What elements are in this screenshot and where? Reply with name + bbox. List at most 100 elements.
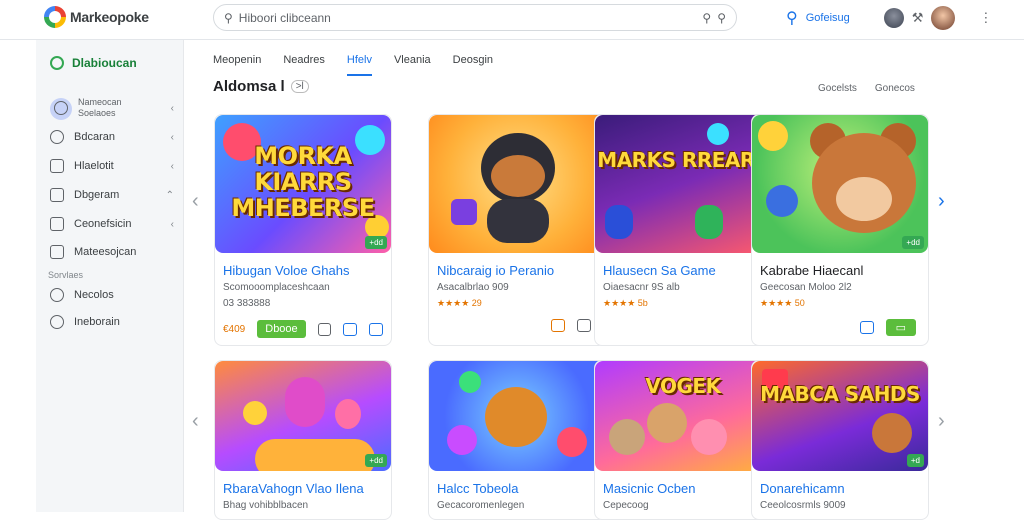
card-actions	[429, 311, 605, 338]
app-artwork	[429, 361, 605, 471]
share-icon[interactable]	[317, 322, 332, 336]
app-title[interactable]: Masicnic Ocben	[595, 471, 771, 498]
sort-option-b[interactable]: Gonecos	[875, 83, 915, 94]
sidebar-section-item-2[interactable]: Ineborain	[50, 311, 174, 333]
app-title[interactable]: Donarehicamn	[752, 471, 928, 498]
rating: ★★★★ 50	[760, 298, 805, 308]
card-actions: ▭	[752, 311, 928, 342]
clock-icon	[50, 130, 64, 144]
app-card[interactable]: +dd Kabrabe Hiaecanl Geecosan Moloo 2l2 …	[751, 114, 929, 346]
chevron-icon: ‹	[170, 102, 174, 114]
sidebar-item-label: Mateesojcan	[74, 246, 137, 258]
chevron-icon: ‹	[170, 131, 174, 143]
user-avatar[interactable]	[931, 6, 956, 30]
search-icon: ⚲	[224, 10, 233, 25]
bookmark-icon[interactable]	[859, 321, 874, 334]
home-circle-icon	[50, 56, 64, 70]
top-right-actions: ⚲ Gofeisug ⚒ ⋮	[786, 6, 992, 30]
app-title[interactable]: Nibcaraig io Peranio	[429, 253, 605, 280]
sidebar-item-3[interactable]: Hlaelotit ‹	[50, 155, 174, 177]
app-subtitle: Geecosan Moloo 2l2	[760, 282, 852, 293]
document-icon	[50, 188, 64, 202]
sidebar-item-label: Dbgeram	[74, 189, 120, 201]
app-title[interactable]: Kabrabe Hiaecanl	[752, 253, 928, 280]
app-artwork: +dd	[215, 361, 391, 471]
sidebar-item-2[interactable]: Bdcaran ‹	[50, 126, 174, 148]
sidebar-item-label: Bdcaran	[74, 131, 115, 143]
tab-2[interactable]: Neadres	[283, 52, 325, 76]
chevron-icon: ‹	[170, 218, 174, 230]
section-heading-row: Aldomsa l >l	[213, 78, 309, 95]
chevron-icon: ⌃	[165, 189, 174, 201]
search-bar[interactable]: ⚲ Hiboori clibceann ⚲ ⚲	[213, 4, 737, 31]
sidebar-item-1[interactable]: Nameocan Soelaoes ‹	[50, 92, 174, 124]
app-card[interactable]: +dd RbaraVahogn Vlao Ilena Bhag vohibblb…	[214, 360, 392, 520]
app-subtitle: Scomooomplaceshcaan	[223, 282, 330, 293]
chevron-icon: ‹	[170, 160, 174, 172]
next-row1-arrow-icon[interactable]: ›	[938, 190, 945, 213]
prev-row1-arrow-icon[interactable]: ‹	[192, 190, 199, 213]
rating: ★★★★ 5b	[603, 298, 648, 308]
tab-1[interactable]: Meopenin	[213, 52, 261, 76]
section-heading: Aldomsa l	[213, 78, 285, 95]
tab-active[interactable]: Hfelv	[346, 52, 372, 76]
sidebar-item-label: Hlaelotit	[74, 160, 114, 172]
app-card[interactable]: Halcc Tobeola Gecacoromenlegen	[428, 360, 606, 520]
tab-4[interactable]: Vleania	[394, 52, 431, 76]
app-card[interactable]: MORKA KIARRS MHEBERSE +dd Hibugan Voloe …	[214, 114, 392, 346]
search-icon[interactable]: ⚲	[786, 8, 798, 28]
settings-icon	[50, 315, 64, 329]
app-logo[interactable]: Markeopoke	[44, 6, 149, 28]
category-tabs: Meopenin Neadres Hfelv Vleania Deosgin	[213, 52, 515, 76]
pin-icon[interactable]: ⚒	[912, 10, 924, 26]
badge: +dd	[365, 236, 387, 249]
tab-5[interactable]: Deosgin	[453, 52, 493, 76]
install-button[interactable]: Dbooe	[257, 320, 306, 338]
prev-row2-arrow-icon[interactable]: ‹	[192, 410, 199, 433]
app-title[interactable]: Hibugan Voloe Ghahs	[215, 253, 391, 280]
card-actions: €409 Dbooe	[215, 312, 391, 344]
app-artwork: MARKS RREARS	[595, 115, 771, 253]
sidebar-section-item-1[interactable]: Necolos	[50, 284, 174, 306]
section-heading-tag[interactable]: >l	[290, 80, 309, 93]
settings-link[interactable]: Gofeisug	[806, 12, 850, 24]
search-submit-icon[interactable]: ⚲	[702, 11, 711, 25]
like-icon[interactable]	[577, 319, 591, 332]
app-card[interactable]: MARKS RREARS Hlausecn Sa Game Oiaesacnr …	[594, 114, 772, 346]
more-options-icon[interactable]: ⋮	[979, 10, 992, 26]
app-card[interactable]: Nibcaraig io Peranio Asacalbrlao 909 ★★★…	[428, 114, 606, 346]
app-artwork	[429, 115, 605, 253]
info-icon	[50, 288, 64, 302]
wishlist-icon[interactable]	[369, 322, 384, 336]
app-subtitle: Asacalbrlao 909	[437, 282, 509, 293]
install-icon[interactable]: ▭	[885, 319, 916, 336]
sidebar-item-5[interactable]: Ceonefsicin ‹	[50, 213, 174, 235]
sidebar-item-6[interactable]: Mateesojcan	[50, 241, 174, 263]
app-artwork: MORKA KIARRS MHEBERSE +dd	[215, 115, 391, 253]
artwork-title: VOGEK	[645, 374, 721, 398]
price: €409	[223, 323, 246, 335]
voice-search-icon[interactable]: ⚲	[717, 11, 726, 25]
sidebar-item-4[interactable]: Dbgeram ⌃	[50, 184, 174, 206]
sidebar-item-label: Necolos	[74, 289, 114, 301]
sort-controls: Gocelsts Gonecos	[818, 83, 915, 94]
app-title[interactable]: Hlausecn Sa Game	[595, 253, 771, 280]
next-row2-arrow-icon[interactable]: ›	[938, 410, 945, 433]
app-card[interactable]: MABCA SAHDS +d Donarehicamn Ceeolcosrmls…	[751, 360, 929, 520]
sidebar-home[interactable]: Dlabioucan	[50, 56, 137, 70]
app-artwork: VOGEK	[595, 361, 771, 471]
app-title[interactable]: RbaraVahogn Vlao Ilena	[215, 471, 391, 498]
sort-option-a[interactable]: Gocelsts	[818, 83, 857, 94]
artwork-title: MABCA SAHDS	[760, 382, 920, 406]
calendar-icon	[50, 217, 64, 231]
edit-icon[interactable]	[343, 322, 358, 336]
search-input[interactable]: Hiboori clibceann	[239, 11, 697, 25]
app-card[interactable]: VOGEK Masicnic Ocben Cepecoog	[594, 360, 772, 520]
grid-icon	[54, 101, 68, 115]
sidebar-item-sub: Soelaoes	[78, 108, 116, 118]
app-artwork: MABCA SAHDS +d	[752, 361, 928, 471]
profile-avatar-small[interactable]	[883, 8, 904, 28]
app-title[interactable]: Halcc Tobeola	[429, 471, 605, 498]
logo-text: Markeopoke	[70, 9, 149, 25]
bookmark-icon[interactable]	[551, 319, 565, 332]
